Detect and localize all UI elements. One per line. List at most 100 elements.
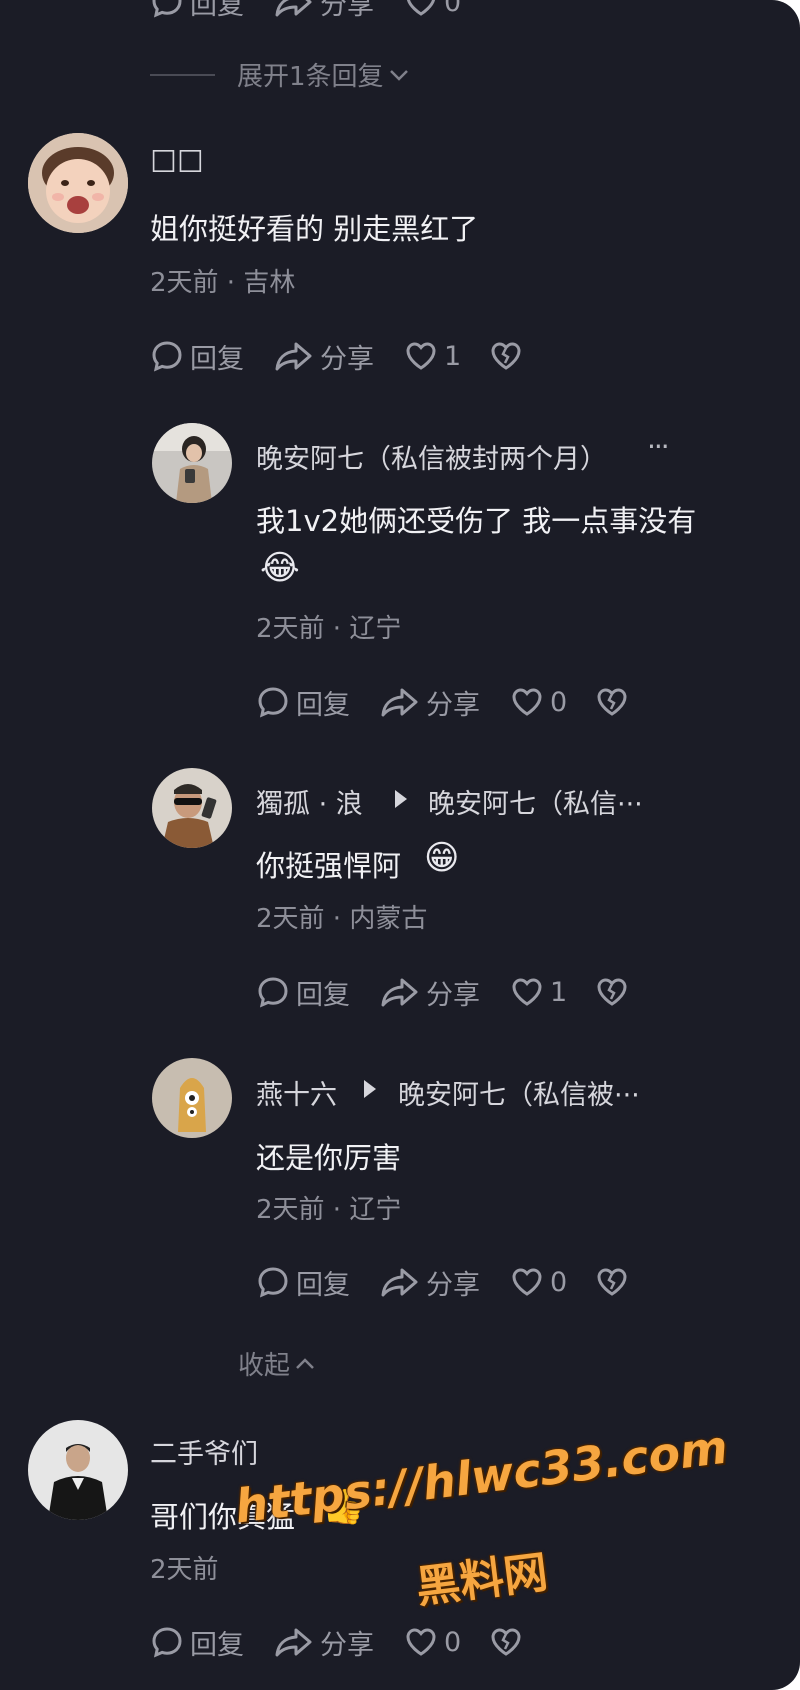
action-row: 回复 分享 1 — [256, 972, 629, 1012]
watermark-site-name: 黑料网 — [413, 1546, 551, 1614]
comment-meta: 2天前 · 辽宁 — [256, 1195, 402, 1225]
commenter-name[interactable]: 燕十六 — [256, 1073, 337, 1112]
masked-man-avatar-image — [152, 768, 232, 848]
partial-action-row: 回复 分享 0 — [150, 0, 461, 22]
comment-text: 还是你厉害 — [256, 1141, 402, 1175]
man-avatar-image — [28, 1420, 128, 1520]
reply-label: 回复 — [296, 689, 350, 721]
avatar[interactable] — [28, 1420, 128, 1520]
reply-button[interactable]: 回复 — [256, 973, 350, 1012]
share-button[interactable]: 分享 — [380, 683, 480, 722]
share-arrow-icon — [275, 1628, 312, 1657]
broken-heart-icon — [597, 688, 627, 716]
collapse-label: 收起 — [238, 1351, 291, 1381]
share-label: 分享 — [426, 1269, 480, 1301]
comment-bubble-icon — [152, 0, 182, 18]
like-count: 0 — [550, 1266, 568, 1298]
more-options-icon[interactable]: ··· — [647, 430, 670, 463]
like-button[interactable]: 0 — [404, 0, 461, 19]
comment-panel: 回复 分享 0 展开1条回复 ☐☐ 姐你挺好看的 别走黑红了 2天前 · 吉林 — [0, 0, 800, 1690]
heart-icon — [512, 1268, 542, 1296]
like-button[interactable]: 0 — [510, 685, 567, 719]
reply-button[interactable]: 回复 — [150, 337, 244, 376]
commenter-name[interactable]: 二手爷们 — [150, 1432, 258, 1471]
heart-icon — [406, 342, 436, 370]
comment-text: 你挺强悍阿 — [256, 849, 402, 883]
comment-meta: 2天前 · 吉林 — [150, 268, 296, 298]
reply-label: 回复 — [296, 979, 350, 1011]
action-row: 回复 分享 0 — [256, 682, 629, 722]
divider-line — [150, 73, 215, 76]
share-arrow-icon — [381, 978, 418, 1007]
expand-label: 展开1条回复 — [237, 62, 384, 92]
avatar[interactable] — [152, 768, 232, 848]
comment-text: 姐你挺好看的 别走黑红了 — [150, 212, 479, 246]
action-row: 回复 分享 1 — [150, 336, 523, 376]
like-button[interactable]: 1 — [404, 339, 461, 373]
like-count: 1 — [550, 976, 568, 1008]
comment-bubble-icon — [258, 1267, 288, 1298]
share-button[interactable]: 分享 — [274, 0, 374, 22]
reply-target-name[interactable]: 晚安阿七（私信··· — [428, 782, 643, 821]
share-arrow-icon — [381, 688, 418, 717]
reply-label: 回复 — [190, 0, 244, 21]
reply-button[interactable]: 回复 — [256, 1263, 350, 1302]
like-count: 0 — [444, 0, 462, 18]
action-row: 回复 分享 0 — [256, 1262, 629, 1302]
avatar[interactable] — [152, 1058, 232, 1138]
watermark-url: https://hlwc33.com — [232, 1419, 731, 1534]
dislike-button[interactable] — [489, 339, 523, 373]
commenter-name[interactable]: ☐☐ — [150, 145, 204, 180]
reply-button[interactable]: 回复 — [150, 1623, 244, 1662]
heart-icon — [406, 0, 436, 16]
comment-bubble-icon — [258, 977, 288, 1008]
share-button[interactable]: 分享 — [380, 973, 480, 1012]
heart-icon — [512, 688, 542, 716]
chevron-up-icon — [296, 1357, 314, 1369]
commenter-name[interactable]: 晚安阿七（私信被封两个月） — [256, 437, 607, 476]
avatar[interactable] — [152, 423, 232, 503]
reply-button[interactable]: 回复 — [150, 0, 244, 22]
broken-heart-icon — [491, 1628, 521, 1656]
dislike-button[interactable] — [595, 685, 629, 719]
like-count: 0 — [550, 686, 568, 718]
reply-label: 回复 — [190, 343, 244, 375]
comment-bubble-icon — [258, 687, 288, 718]
share-button[interactable]: 分享 — [274, 1623, 374, 1662]
like-button[interactable]: 0 — [510, 1265, 567, 1299]
reply-label: 回复 — [190, 1629, 244, 1661]
dislike-button[interactable] — [489, 1625, 523, 1659]
comment-bubble-icon — [152, 1627, 182, 1658]
reply-label: 回复 — [296, 1269, 350, 1301]
comment-text: 我1v2她俩还受伤了 我一点事没有 — [256, 504, 697, 538]
heart-icon — [512, 978, 542, 1006]
like-count: 0 — [444, 1626, 462, 1658]
avatar[interactable] — [28, 133, 128, 233]
share-button[interactable]: 分享 — [274, 337, 374, 376]
like-button[interactable]: 1 — [510, 975, 567, 1009]
chevron-down-icon — [389, 69, 408, 81]
share-label: 分享 — [320, 0, 374, 21]
dislike-button[interactable] — [595, 1265, 629, 1299]
broken-heart-icon — [597, 1268, 627, 1296]
comment-bubble-icon — [152, 341, 182, 372]
grinning-emoji: 😁 — [424, 838, 460, 878]
share-label: 分享 — [320, 343, 374, 375]
collapse-replies-button[interactable]: 收起 — [238, 1345, 318, 1382]
reply-arrow-icon — [364, 1080, 376, 1098]
person-avatar-image — [152, 423, 232, 503]
reply-button[interactable]: 回复 — [256, 683, 350, 722]
broken-heart-icon — [597, 978, 627, 1006]
like-button[interactable]: 0 — [404, 1625, 461, 1659]
heart-icon — [406, 1628, 436, 1656]
reply-target-name[interactable]: 晚安阿七（私信被··· — [398, 1073, 640, 1112]
expand-replies-button[interactable]: 展开1条回复 — [150, 56, 412, 93]
like-count: 1 — [444, 340, 462, 372]
share-arrow-icon — [275, 342, 312, 371]
share-label: 分享 — [426, 689, 480, 721]
comment-meta: 2天前 · 内蒙古 — [256, 904, 428, 934]
commenter-name[interactable]: 獨孤 · 浪 — [256, 782, 363, 821]
dislike-button[interactable] — [595, 975, 629, 1009]
share-button[interactable]: 分享 — [380, 1263, 480, 1302]
comment-meta: 2天前 — [150, 1555, 219, 1585]
